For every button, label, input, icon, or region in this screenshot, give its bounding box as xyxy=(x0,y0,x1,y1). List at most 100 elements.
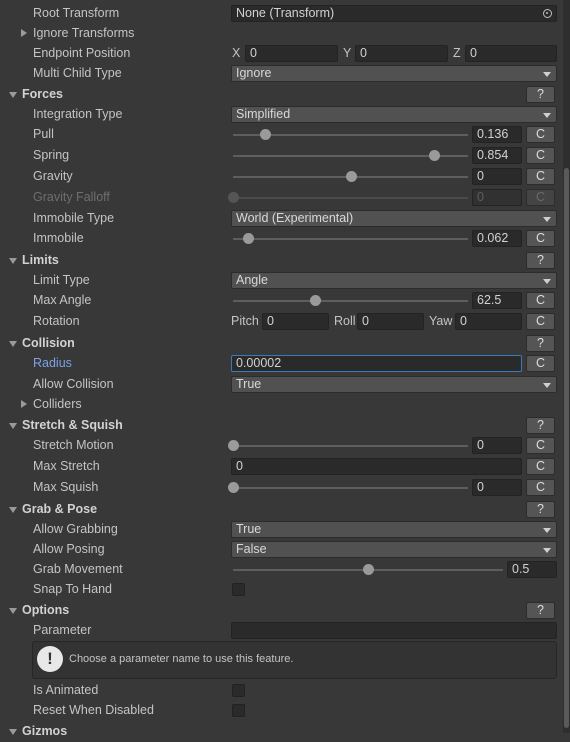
max-squish-label: Max Squish xyxy=(33,480,99,494)
limits-header[interactable]: Limits ? xyxy=(0,251,562,271)
ignore-transforms-row[interactable]: Ignore Transforms xyxy=(0,24,562,44)
pitch-field[interactable]: 0 xyxy=(262,313,329,330)
yaw-label: Yaw xyxy=(429,314,453,328)
options-header[interactable]: Options ? xyxy=(0,601,562,621)
stretch-squish-help-button[interactable]: ? xyxy=(526,417,555,434)
expand-arrow-icon[interactable] xyxy=(21,29,27,37)
spring-clear-button[interactable]: C xyxy=(526,147,555,164)
forces-help-button[interactable]: ? xyxy=(526,86,555,103)
forces-header[interactable]: Forces ? xyxy=(0,85,562,105)
collapse-arrow-icon[interactable] xyxy=(9,341,17,347)
allow-grabbing-value: True xyxy=(236,522,262,536)
integration-type-dropdown[interactable]: Simplified xyxy=(231,106,557,123)
max-angle-slider-knob[interactable] xyxy=(309,295,321,306)
collision-header[interactable]: Collision ? xyxy=(0,334,562,354)
endpoint-z-field[interactable]: 0 xyxy=(465,45,557,62)
limits-help-button[interactable]: ? xyxy=(526,252,555,269)
colliders-label: Colliders xyxy=(33,397,82,411)
dropdown-caret-icon xyxy=(543,383,551,388)
immobile-slider-knob[interactable] xyxy=(242,233,254,244)
endpoint-y-field[interactable]: 0 xyxy=(355,45,448,62)
spring-value-field[interactable]: 0.854 xyxy=(472,147,522,164)
collision-help-button[interactable]: ? xyxy=(526,335,555,352)
radius-input[interactable]: 0.00002 xyxy=(231,355,522,372)
max-angle-slider-track[interactable] xyxy=(233,300,468,302)
collapse-arrow-icon[interactable] xyxy=(9,729,17,735)
pull-label: Pull xyxy=(33,127,54,141)
max-squish-clear-button[interactable]: C xyxy=(526,479,555,496)
grab-movement-row: Grab Movement 0.5 xyxy=(0,560,562,580)
allow-collision-label: Allow Collision xyxy=(33,377,114,391)
gravity-label: Gravity xyxy=(33,169,73,183)
dropdown-caret-icon xyxy=(543,113,551,118)
gizmos-title: Gizmos xyxy=(22,724,68,738)
options-help-button[interactable]: ? xyxy=(526,602,555,619)
reset-when-disabled-checkbox[interactable] xyxy=(232,704,245,717)
max-stretch-clear-button[interactable]: C xyxy=(526,458,555,475)
immobile-slider-track[interactable] xyxy=(233,238,468,240)
collapse-arrow-icon[interactable] xyxy=(9,258,17,264)
max-squish-slider-track[interactable] xyxy=(233,487,468,489)
grab-movement-slider-knob[interactable] xyxy=(363,564,374,575)
max-squish-value-field[interactable]: 0 xyxy=(472,479,522,496)
pull-clear-button[interactable]: C xyxy=(526,126,555,143)
stretch-motion-slider-track[interactable] xyxy=(233,445,468,447)
scrollbar-thumb[interactable] xyxy=(564,168,569,728)
immobile-value-field[interactable]: 0.062 xyxy=(472,230,522,247)
rotation-clear-button[interactable]: C xyxy=(526,313,555,330)
allow-grabbing-dropdown[interactable]: True xyxy=(231,521,557,538)
collapse-arrow-icon[interactable] xyxy=(9,92,17,98)
max-stretch-row: Max Stretch 0 C xyxy=(0,457,562,477)
grab-pose-title: Grab & Pose xyxy=(22,502,98,516)
expand-arrow-icon[interactable] xyxy=(21,400,27,408)
help-box: ! Choose a parameter name to use this fe… xyxy=(32,641,557,679)
multi-child-type-dropdown[interactable]: Ignore xyxy=(231,65,557,82)
colliders-row[interactable]: Colliders xyxy=(0,395,562,415)
immobile-type-dropdown[interactable]: World (Experimental) xyxy=(231,210,557,227)
gizmos-header[interactable]: Gizmos xyxy=(0,722,562,742)
gravity-value-field[interactable]: 0 xyxy=(472,168,522,185)
immobile-clear-button[interactable]: C xyxy=(526,230,555,247)
stretch-motion-slider-knob[interactable] xyxy=(228,440,239,451)
stretch-motion-value-field[interactable]: 0 xyxy=(472,437,522,454)
grab-movement-value-field[interactable]: 0.5 xyxy=(507,561,557,578)
allow-posing-value: False xyxy=(236,542,267,556)
grab-movement-label: Grab Movement xyxy=(33,562,123,576)
max-squish-slider-knob[interactable] xyxy=(228,482,239,493)
dropdown-caret-icon xyxy=(543,279,551,284)
collapse-arrow-icon[interactable] xyxy=(9,507,17,513)
snap-to-hand-checkbox[interactable] xyxy=(232,583,245,596)
gravity-slider-knob[interactable] xyxy=(345,171,357,182)
max-stretch-label: Max Stretch xyxy=(33,459,100,473)
object-picker-icon[interactable] xyxy=(543,9,552,18)
roll-label: Roll xyxy=(334,314,356,328)
gravity-falloff-slider-track xyxy=(233,197,468,199)
radius-clear-button[interactable]: C xyxy=(526,355,555,372)
grab-pose-header[interactable]: Grab & Pose ? xyxy=(0,500,562,520)
grab-pose-help-button[interactable]: ? xyxy=(526,501,555,518)
allow-posing-dropdown[interactable]: False xyxy=(231,541,557,558)
max-stretch-field[interactable]: 0 xyxy=(231,458,522,475)
stretch-squish-title: Stretch & Squish xyxy=(22,418,123,432)
spring-slider-knob[interactable] xyxy=(428,150,440,161)
root-transform-field[interactable]: None (Transform) xyxy=(231,5,557,22)
stretch-squish-header[interactable]: Stretch & Squish ? xyxy=(0,416,562,436)
stretch-motion-clear-button[interactable]: C xyxy=(526,437,555,454)
rotation-row: Rotation Pitch 0 Roll 0 Yaw 0 C xyxy=(0,312,562,332)
pull-slider-knob[interactable] xyxy=(259,129,271,140)
is-animated-checkbox[interactable] xyxy=(232,684,245,697)
max-angle-clear-button[interactable]: C xyxy=(526,292,555,309)
collapse-arrow-icon[interactable] xyxy=(9,608,17,614)
radius-row: Radius 0.00002 C xyxy=(0,354,562,374)
gravity-clear-button[interactable]: C xyxy=(526,168,555,185)
allow-collision-dropdown[interactable]: True xyxy=(231,376,557,393)
vertical-scrollbar[interactable] xyxy=(563,0,570,733)
yaw-field[interactable]: 0 xyxy=(455,313,522,330)
max-angle-value-field[interactable]: 62.5 xyxy=(472,292,522,309)
parameter-input[interactable] xyxy=(231,622,557,639)
endpoint-x-field[interactable]: 0 xyxy=(245,45,338,62)
pull-value-field[interactable]: 0.136 xyxy=(472,126,522,143)
collapse-arrow-icon[interactable] xyxy=(9,423,17,429)
limit-type-dropdown[interactable]: Angle xyxy=(231,272,557,289)
roll-field[interactable]: 0 xyxy=(357,313,424,330)
